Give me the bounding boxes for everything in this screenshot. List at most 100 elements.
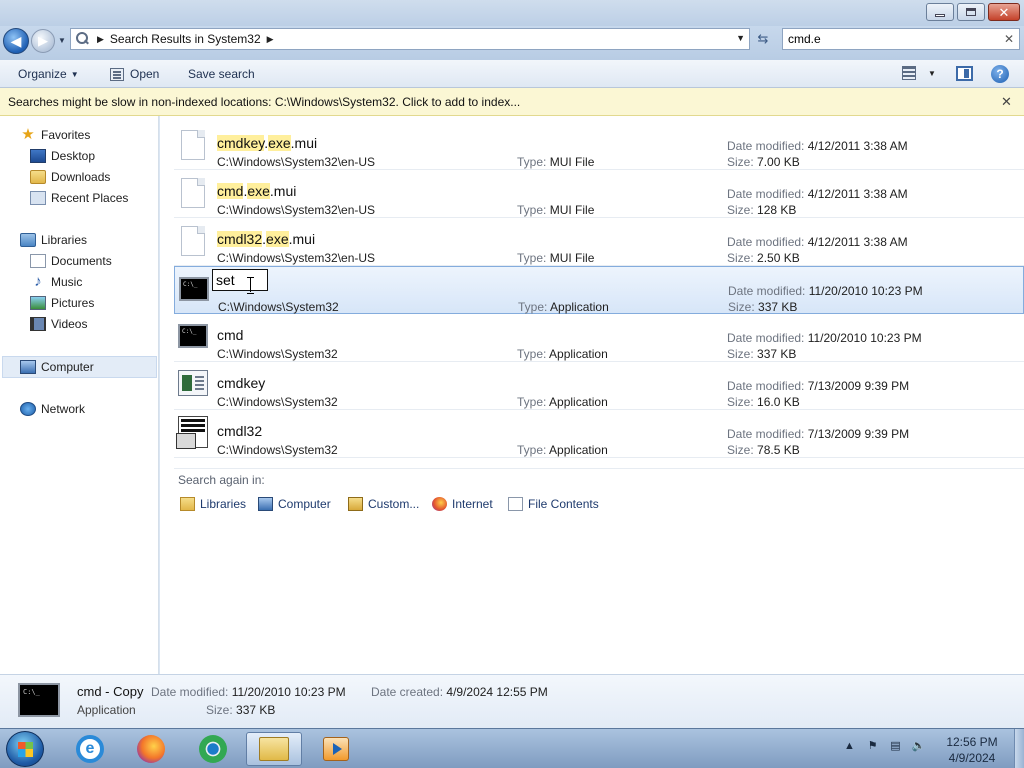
size-label: Size: [727, 443, 754, 457]
file-contents-icon [508, 497, 523, 511]
nav-music-label: Music [51, 275, 83, 289]
refresh-button[interactable]: ⇆ [754, 31, 772, 47]
show-desktop-button[interactable] [1014, 729, 1024, 768]
details-pane: C:\_ cmd - Copy Application Date modifie… [0, 674, 1024, 728]
result-size: Size: 7.00 KB [727, 155, 800, 169]
size-label: Size: [727, 347, 754, 361]
result-type: Type: Application [517, 347, 608, 361]
nav-libraries-label: Libraries [41, 233, 88, 247]
result-path: C:\Windows\System32 [217, 443, 338, 457]
nav-libraries[interactable]: Libraries [20, 231, 87, 249]
search-query[interactable]: cmd.e [788, 32, 821, 46]
nav-music[interactable]: ♪ Music [30, 273, 82, 291]
system-clock[interactable]: 12:56 PM 4/9/2024 [934, 734, 1010, 766]
nav-pictures[interactable]: Pictures [30, 294, 94, 312]
open-button[interactable]: Open [110, 65, 159, 83]
result-row[interactable]: cmdl32 C:\Windows\System32 Type: Applica… [174, 410, 1024, 458]
search-again-custom[interactable]: Custom... [348, 497, 419, 511]
nav-network[interactable]: Network [20, 400, 85, 418]
save-search-label: Save search [188, 67, 255, 81]
search-again-file-contents-label: File Contents [528, 497, 599, 511]
search-again-computer[interactable]: Computer [258, 497, 331, 511]
help-icon[interactable]: ? [991, 65, 1009, 83]
taskbar-firefox[interactable] [123, 732, 179, 766]
open-label: Open [130, 67, 160, 81]
nav-favorites[interactable]: ★ Favorites [20, 126, 90, 144]
date-value: 11/20/2010 10:23 PM [808, 284, 923, 298]
refresh-icon: ⇆ [757, 31, 769, 46]
volume-muted-icon[interactable]: 🔈 [911, 739, 926, 753]
nav-desktop[interactable]: Desktop [30, 147, 95, 165]
details-date-created: Date created: 4/9/2024 12:55 PM [371, 685, 548, 699]
type-value: Application [549, 443, 608, 457]
address-bar[interactable]: ▶ Search Results in System32 ▶ ▼ [70, 28, 750, 50]
close-button[interactable]: ✕ [988, 3, 1020, 21]
command-bar: Organize ▼ Open Save search ▼ ? [0, 60, 1024, 88]
organize-button[interactable]: Organize ▼ [18, 65, 79, 83]
maximize-button[interactable] [957, 3, 985, 21]
star-icon: ★ [21, 126, 35, 143]
rename-input[interactable]: set [212, 269, 268, 291]
result-row[interactable]: cmdkey C:\Windows\System32 Type: Applica… [174, 362, 1024, 410]
size-value: 337 KB [758, 300, 798, 314]
size-value: 2.50 KB [757, 251, 800, 265]
result-row[interactable]: cmdl32.exe.mui C:\Windows\System32\en-US… [174, 218, 1024, 266]
recent-pages-dropdown[interactable]: ▼ [58, 36, 66, 45]
clear-search-icon[interactable]: ✕ [1004, 32, 1014, 46]
result-path: C:\Windows\System32 [217, 395, 338, 409]
close-info-bar-icon[interactable]: ✕ [1001, 94, 1012, 110]
back-button[interactable]: ◀ [3, 28, 29, 54]
type-label: Type: [517, 251, 547, 265]
date-value: 7/13/2009 9:39 PM [807, 379, 910, 393]
nav-documents[interactable]: Documents [30, 252, 112, 270]
result-row[interactable]: cmdkey.exe.mui C:\Windows\System32\en-US… [174, 122, 1024, 170]
nav-computer[interactable]: Computer [20, 358, 94, 376]
date-label: Date modified: [728, 284, 806, 298]
search-results-list: cmdkey.exe.mui C:\Windows\System32\en-US… [160, 116, 1024, 674]
result-size: Size: 128 KB [727, 203, 796, 217]
custom-folder-icon [348, 497, 363, 511]
start-button[interactable] [6, 731, 44, 767]
taskbar-windows-explorer[interactable] [246, 732, 302, 766]
save-search-button[interactable]: Save search [188, 65, 255, 83]
search-again-file-contents[interactable]: File Contents [508, 497, 599, 511]
result-path: C:\Windows\System32\en-US [217, 155, 376, 169]
navigation-pane: ★ Favorites Desktop Downloads Recent Pla… [0, 116, 159, 674]
change-view-button[interactable] [902, 66, 916, 80]
breadcrumb-search-results[interactable]: Search Results in System32 [110, 32, 261, 46]
taskbar-chrome[interactable] [185, 732, 241, 766]
taskbar-media-player[interactable] [308, 732, 364, 766]
nav-documents-label: Documents [51, 254, 112, 268]
date-modified-label: Date modified: [151, 685, 229, 699]
show-hidden-icons-icon[interactable]: ▲ [842, 739, 857, 753]
result-row[interactable]: cmd.exe.mui C:\Windows\System32\en-US Ty… [174, 170, 1024, 218]
nav-recent-places[interactable]: Recent Places [30, 189, 128, 207]
breadcrumb-arrow-icon[interactable]: ▶ [267, 34, 274, 45]
search-again-panel: Search again in: Libraries Computer Cust… [174, 468, 1024, 528]
search-again-libraries[interactable]: Libraries [180, 497, 246, 511]
type-label: Type: [518, 300, 548, 314]
result-row-selected[interactable]: C:\_ set C:\Windows\System32 Type: Appli… [174, 266, 1024, 314]
size-value: 128 KB [757, 203, 797, 217]
forward-button[interactable]: ▶ [31, 29, 55, 53]
result-name: cmdkey [217, 375, 266, 391]
index-info-bar[interactable]: Searches might be slow in non-indexed lo… [0, 88, 1024, 116]
firefox-icon [432, 497, 447, 511]
action-center-flag-icon[interactable]: ⚑ [865, 739, 880, 753]
search-again-internet[interactable]: Internet [432, 497, 493, 511]
taskbar-internet-explorer[interactable]: e [62, 732, 118, 766]
minimize-button[interactable] [926, 3, 954, 21]
nav-downloads[interactable]: Downloads [30, 168, 110, 186]
breadcrumb-arrow-icon[interactable]: ▶ [97, 34, 104, 45]
info-bar-text[interactable]: Searches might be slow in non-indexed lo… [8, 95, 520, 109]
result-row[interactable]: C:\_ cmd C:\Windows\System32 Type: Appli… [174, 314, 1024, 362]
view-options-dropdown[interactable]: ▼ [928, 69, 936, 78]
result-date: Date modified: 4/12/2011 3:38 AM [727, 235, 908, 249]
size-label: Size: [727, 155, 754, 169]
details-size: Size: 337 KB [206, 703, 275, 717]
search-input[interactable]: cmd.e ✕ [782, 28, 1020, 50]
preview-pane-button[interactable] [956, 66, 973, 81]
network-status-icon[interactable]: ▤ [888, 739, 903, 753]
nav-videos[interactable]: Videos [30, 315, 87, 333]
address-dropdown-icon[interactable]: ▼ [736, 33, 745, 43]
